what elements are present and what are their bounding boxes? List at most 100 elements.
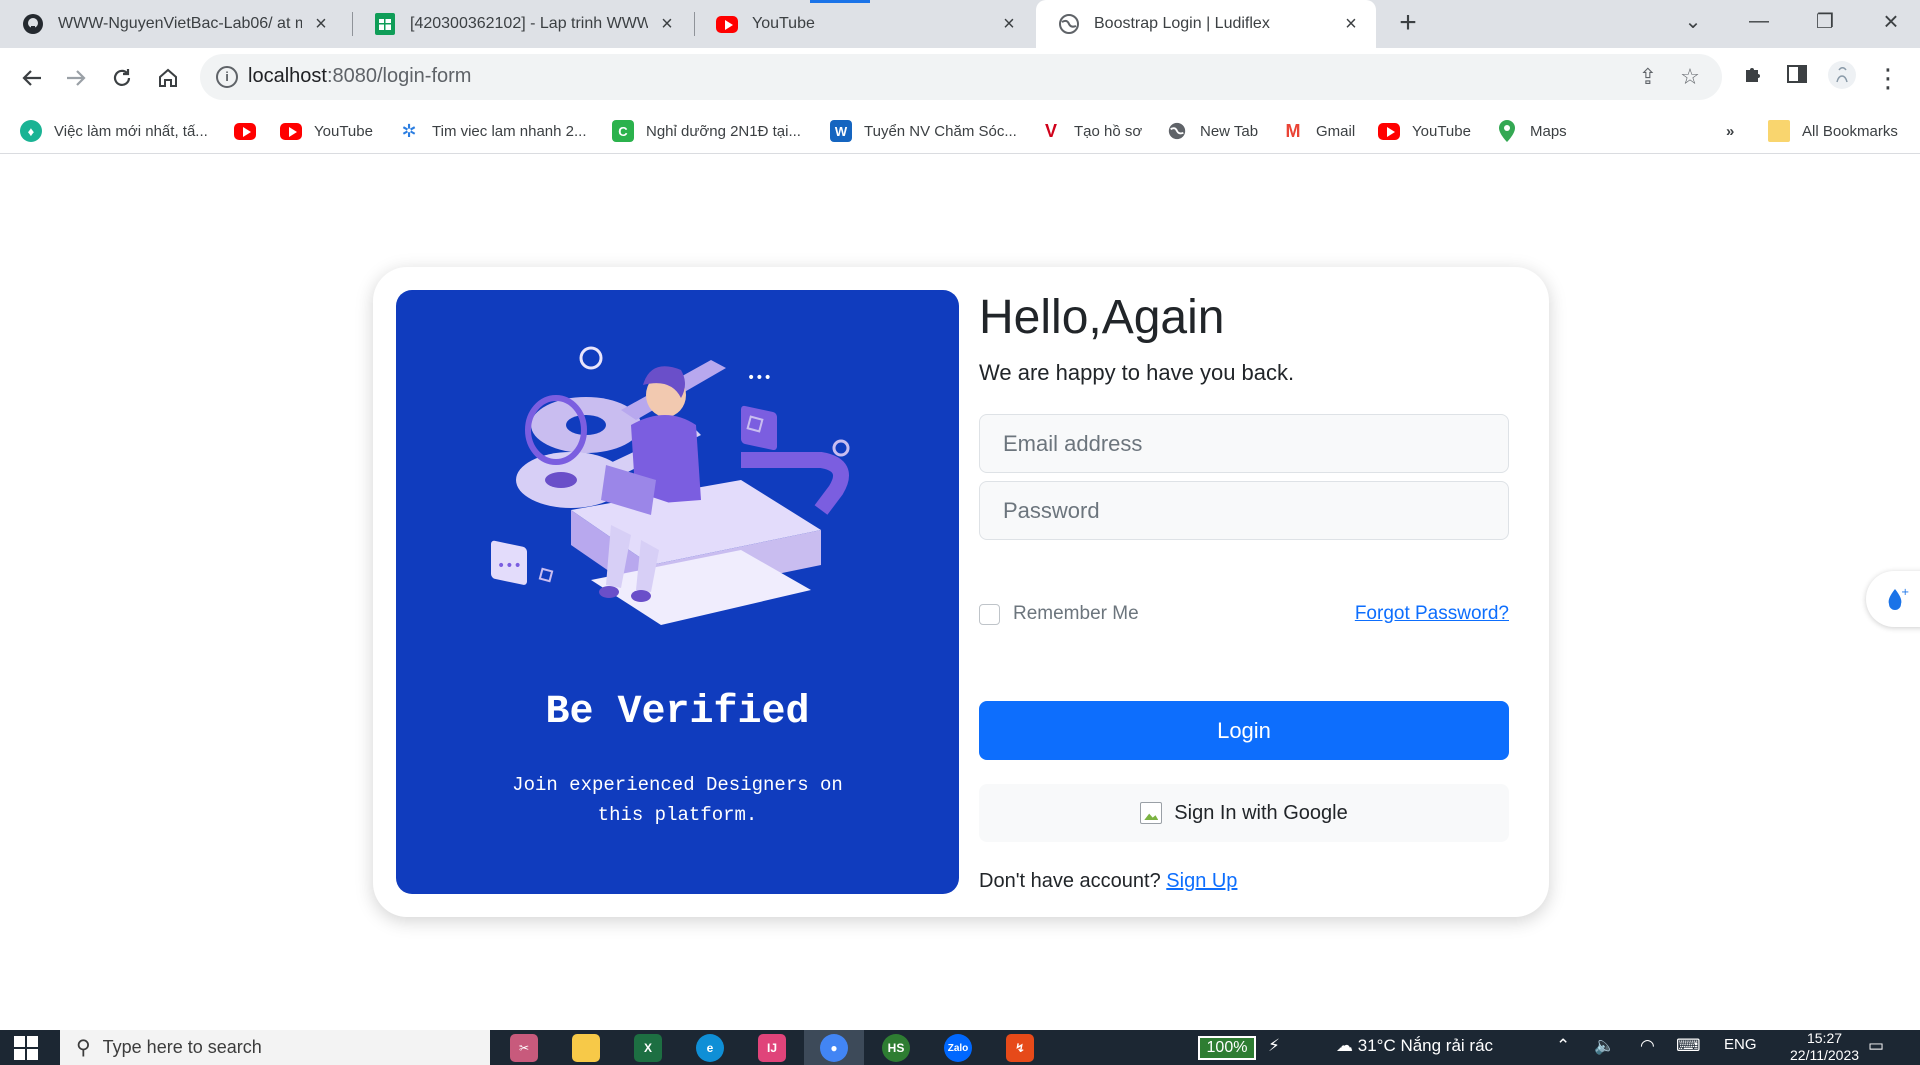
password-input[interactable] xyxy=(979,481,1509,540)
edge-icon[interactable]: e xyxy=(696,1034,724,1062)
signup-link[interactable]: Sign Up xyxy=(1166,870,1237,892)
globe-icon xyxy=(1166,120,1188,142)
remember-me-checkbox-row[interactable]: Remember Me xyxy=(979,603,1139,625)
bookmark-item[interactable]: ♦ Việc làm mới nhất, tấ... xyxy=(20,118,208,144)
signup-row: Don't have account? Sign Up xyxy=(979,870,1237,893)
svg-text:•••: ••• xyxy=(747,370,772,386)
bookmark-item[interactable]: W Tuyển NV Chăm Sóc... xyxy=(830,118,1017,144)
taskbar: ⚲ Type here to search ✂ X e IJ ● HS Zalo… xyxy=(0,1030,1920,1065)
language-indicator[interactable]: ENG xyxy=(1724,1036,1757,1053)
minimize-button[interactable]: — xyxy=(1726,0,1792,42)
bookmark-item[interactable]: New Tab xyxy=(1166,118,1258,144)
bookmark-item[interactable]: YouTube xyxy=(1378,118,1471,144)
forgot-password-link[interactable]: Forgot Password? xyxy=(1355,603,1509,625)
bookmark-item[interactable]: Maps xyxy=(1496,118,1567,144)
bookmark-label: Tim viec lam nhanh 2... xyxy=(432,122,587,140)
back-button[interactable] xyxy=(12,58,52,98)
zalo-icon[interactable]: Zalo xyxy=(944,1034,972,1062)
url-host: localhost xyxy=(248,65,327,87)
bookmark-label: Việc làm mới nhất, tấ... xyxy=(54,122,208,140)
close-tab-icon[interactable]: × xyxy=(998,13,1020,35)
intellij-icon[interactable]: IJ xyxy=(758,1034,786,1062)
url-text[interactable]: localhost:8080/login-form xyxy=(248,65,471,88)
reload-button[interactable] xyxy=(102,58,142,98)
close-window-button[interactable]: × xyxy=(1858,0,1920,42)
taskbar-search[interactable]: ⚲ Type here to search xyxy=(60,1030,490,1065)
share-icon[interactable]: ⇪ xyxy=(1634,63,1662,91)
bookmark-item[interactable]: C Nghỉ dưỡng 2N1Đ tại... xyxy=(612,118,801,144)
tab-youtube[interactable]: YouTube × xyxy=(694,0,1034,48)
side-panel-icon[interactable] xyxy=(1779,60,1815,96)
bookmark-item[interactable] xyxy=(234,118,268,144)
floating-droplet-icon[interactable]: + xyxy=(1866,571,1920,627)
file-explorer-icon[interactable] xyxy=(572,1034,600,1062)
browser-menu-icon[interactable]: ⋮ xyxy=(1870,60,1906,96)
restore-button[interactable]: ❐ xyxy=(1792,0,1858,42)
hs-app-icon[interactable]: HS xyxy=(882,1034,910,1062)
tab-search-chevron-icon[interactable]: ⌄ xyxy=(1660,0,1726,42)
wifi-icon[interactable]: ◠ xyxy=(1640,1036,1655,1056)
weather-widget[interactable]: ☁ 31°C Nắng rải rác xyxy=(1336,1036,1493,1056)
tab-login-active[interactable]: Boostrap Login | Ludiflex × xyxy=(1036,0,1376,48)
bookmark-item[interactable]: YouTube xyxy=(280,118,373,144)
back-arrow-icon xyxy=(22,70,41,86)
bookmark-item[interactable]: V Tạo hồ sơ xyxy=(1040,118,1142,144)
close-tab-icon[interactable]: × xyxy=(656,13,678,35)
overflow-chevron-icon: » xyxy=(1726,122,1735,140)
tab-title: [420300362102] - Lap trinh WWW ( xyxy=(410,15,648,32)
page-title: Hello,Again xyxy=(979,291,1225,344)
globe-icon xyxy=(1058,13,1080,35)
close-tab-icon[interactable]: × xyxy=(1340,13,1362,35)
clock[interactable]: 15:27 22/11/2023 xyxy=(1790,1030,1859,1064)
login-button[interactable]: Login xyxy=(979,701,1509,760)
remember-me-checkbox[interactable] xyxy=(979,603,1000,625)
all-bookmarks-folder[interactable]: All Bookmarks xyxy=(1768,118,1898,144)
page-subtitle: We are happy to have you back. xyxy=(979,360,1295,385)
w-icon: W xyxy=(830,120,852,142)
snipping-tool-icon[interactable]: ✂ xyxy=(510,1034,538,1062)
tab-github[interactable]: WWW-NguyenVietBac-Lab06/ at m × xyxy=(0,0,346,48)
c-icon: C xyxy=(612,120,634,142)
keyboard-icon[interactable]: ⌨ xyxy=(1676,1036,1701,1056)
excel-icon[interactable]: X xyxy=(634,1034,662,1062)
tab-strip: WWW-NguyenVietBac-Lab06/ at m × [4203003… xyxy=(0,0,1920,48)
site-info-icon[interactable]: i xyxy=(216,66,238,88)
chrome-icon[interactable]: ● xyxy=(820,1034,848,1062)
login-button-label: Login xyxy=(1217,717,1271,743)
notifications-icon[interactable]: ▭ xyxy=(1868,1036,1884,1056)
tab-title: Boostrap Login | Ludiflex xyxy=(1094,15,1270,32)
home-button[interactable] xyxy=(148,58,188,98)
bookmark-label: Tuyển NV Chăm Sóc... xyxy=(864,122,1017,140)
login-form: Hello,Again We are happy to have you bac… xyxy=(979,290,1525,894)
new-tab-button[interactable]: + xyxy=(1390,6,1426,42)
show-hidden-icons-chevron-icon[interactable]: ⌃ xyxy=(1556,1036,1570,1056)
weather-cloud-icon: ☁ xyxy=(1336,1036,1353,1055)
weather-text: 31°C Nắng rải rác xyxy=(1357,1036,1494,1055)
volume-icon[interactable]: 🔈 xyxy=(1594,1036,1615,1056)
battery-indicator[interactable]: 100% xyxy=(1198,1036,1256,1060)
windows-start-icon[interactable] xyxy=(14,1036,38,1060)
tab-sheets[interactable]: [420300362102] - Lap trinh WWW ( × xyxy=(352,0,692,48)
bookmark-item[interactable]: M Gmail xyxy=(1282,118,1356,144)
git-tool-icon[interactable]: ↯ xyxy=(1006,1034,1034,1062)
youtube-icon xyxy=(234,120,256,142)
tab-title: WWW-NguyenVietBac-Lab06/ at m xyxy=(58,15,302,32)
bookmark-label: Tạo hồ sơ xyxy=(1074,122,1143,140)
bookmarks-overflow-button[interactable]: » xyxy=(1726,118,1734,144)
power-plug-icon: ⚡ xyxy=(1268,1036,1280,1055)
address-bar[interactable]: i localhost:8080/login-form ⇪ ☆ xyxy=(200,54,1722,100)
forward-button[interactable] xyxy=(56,58,96,98)
search-icon: ⚲ xyxy=(76,1037,91,1059)
google-signin-button[interactable]: Sign In with Google xyxy=(979,784,1509,842)
github-icon xyxy=(22,13,44,35)
illustration-image: ••• ••• xyxy=(491,346,850,625)
taskbar-search-text: Type here to search xyxy=(102,1037,262,1057)
extensions-puzzle-icon[interactable] xyxy=(1735,60,1771,96)
profile-avatar-icon[interactable] xyxy=(1824,60,1860,96)
close-tab-icon[interactable]: × xyxy=(310,13,332,35)
email-input[interactable] xyxy=(979,414,1509,473)
google-logo-icon xyxy=(1140,802,1163,824)
bookmark-star-icon[interactable]: ☆ xyxy=(1676,63,1704,91)
bookmark-label: New Tab xyxy=(1200,122,1259,140)
bookmark-item[interactable]: ✲ Tim viec lam nhanh 2... xyxy=(398,118,587,144)
